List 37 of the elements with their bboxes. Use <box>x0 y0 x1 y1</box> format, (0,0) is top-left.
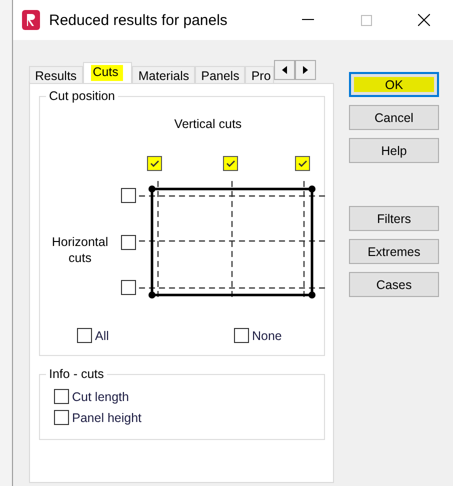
horizontal-cut-checkbox[interactable] <box>121 188 136 203</box>
dialog-button[interactable]: Extremes <box>349 239 439 264</box>
vertical-cut-checkbox[interactable] <box>295 156 310 171</box>
group-title: Cut position <box>46 89 118 103</box>
tab[interactable]: Materials <box>132 66 196 83</box>
checkbox[interactable] <box>54 389 69 404</box>
dialog-button[interactable]: Cases <box>349 272 439 297</box>
group-title: Info - cuts <box>46 367 107 381</box>
close-icon[interactable] <box>418 14 430 26</box>
horizontal-cuts-label: Horizontal cuts <box>50 234 110 266</box>
tab[interactable]: Pro <box>245 66 274 83</box>
vertical-cut-checkbox[interactable] <box>147 156 162 171</box>
dialog-button[interactable]: Help <box>349 138 439 163</box>
checkbox-label[interactable]: All <box>95 328 109 342</box>
tab[interactable]: Results <box>29 66 83 83</box>
checkbox-label[interactable]: Panel height <box>72 410 142 424</box>
checkbox[interactable] <box>234 328 249 343</box>
tab[interactable]: Panels <box>195 66 246 83</box>
minimize-icon[interactable] <box>302 19 314 21</box>
checkbox-label[interactable]: None <box>252 328 282 342</box>
checkbox[interactable] <box>54 410 69 425</box>
checkbox-label[interactable]: Cut length <box>72 390 129 404</box>
dialog-button[interactable]: OK <box>349 72 439 97</box>
left-arrow-icon <box>282 66 287 74</box>
checkbox[interactable] <box>77 328 92 343</box>
window-title: Reduced results for panels <box>49 12 228 28</box>
right-arrow-icon <box>302 66 308 74</box>
vertical-cuts-label: Vertical cuts <box>174 117 242 131</box>
dialog-button[interactable]: Filters <box>349 206 439 231</box>
vertical-cut-checkbox[interactable] <box>223 156 238 171</box>
dialog-button[interactable]: Cancel <box>349 105 439 130</box>
scroll-right-button[interactable] <box>294 60 316 80</box>
horizontal-cut-checkbox[interactable] <box>121 280 136 295</box>
app-logo-icon <box>22 10 40 30</box>
horizontal-cut-checkbox[interactable] <box>121 235 136 250</box>
scroll-left-button[interactable] <box>274 60 295 80</box>
tab[interactable]: Cuts <box>82 62 132 83</box>
